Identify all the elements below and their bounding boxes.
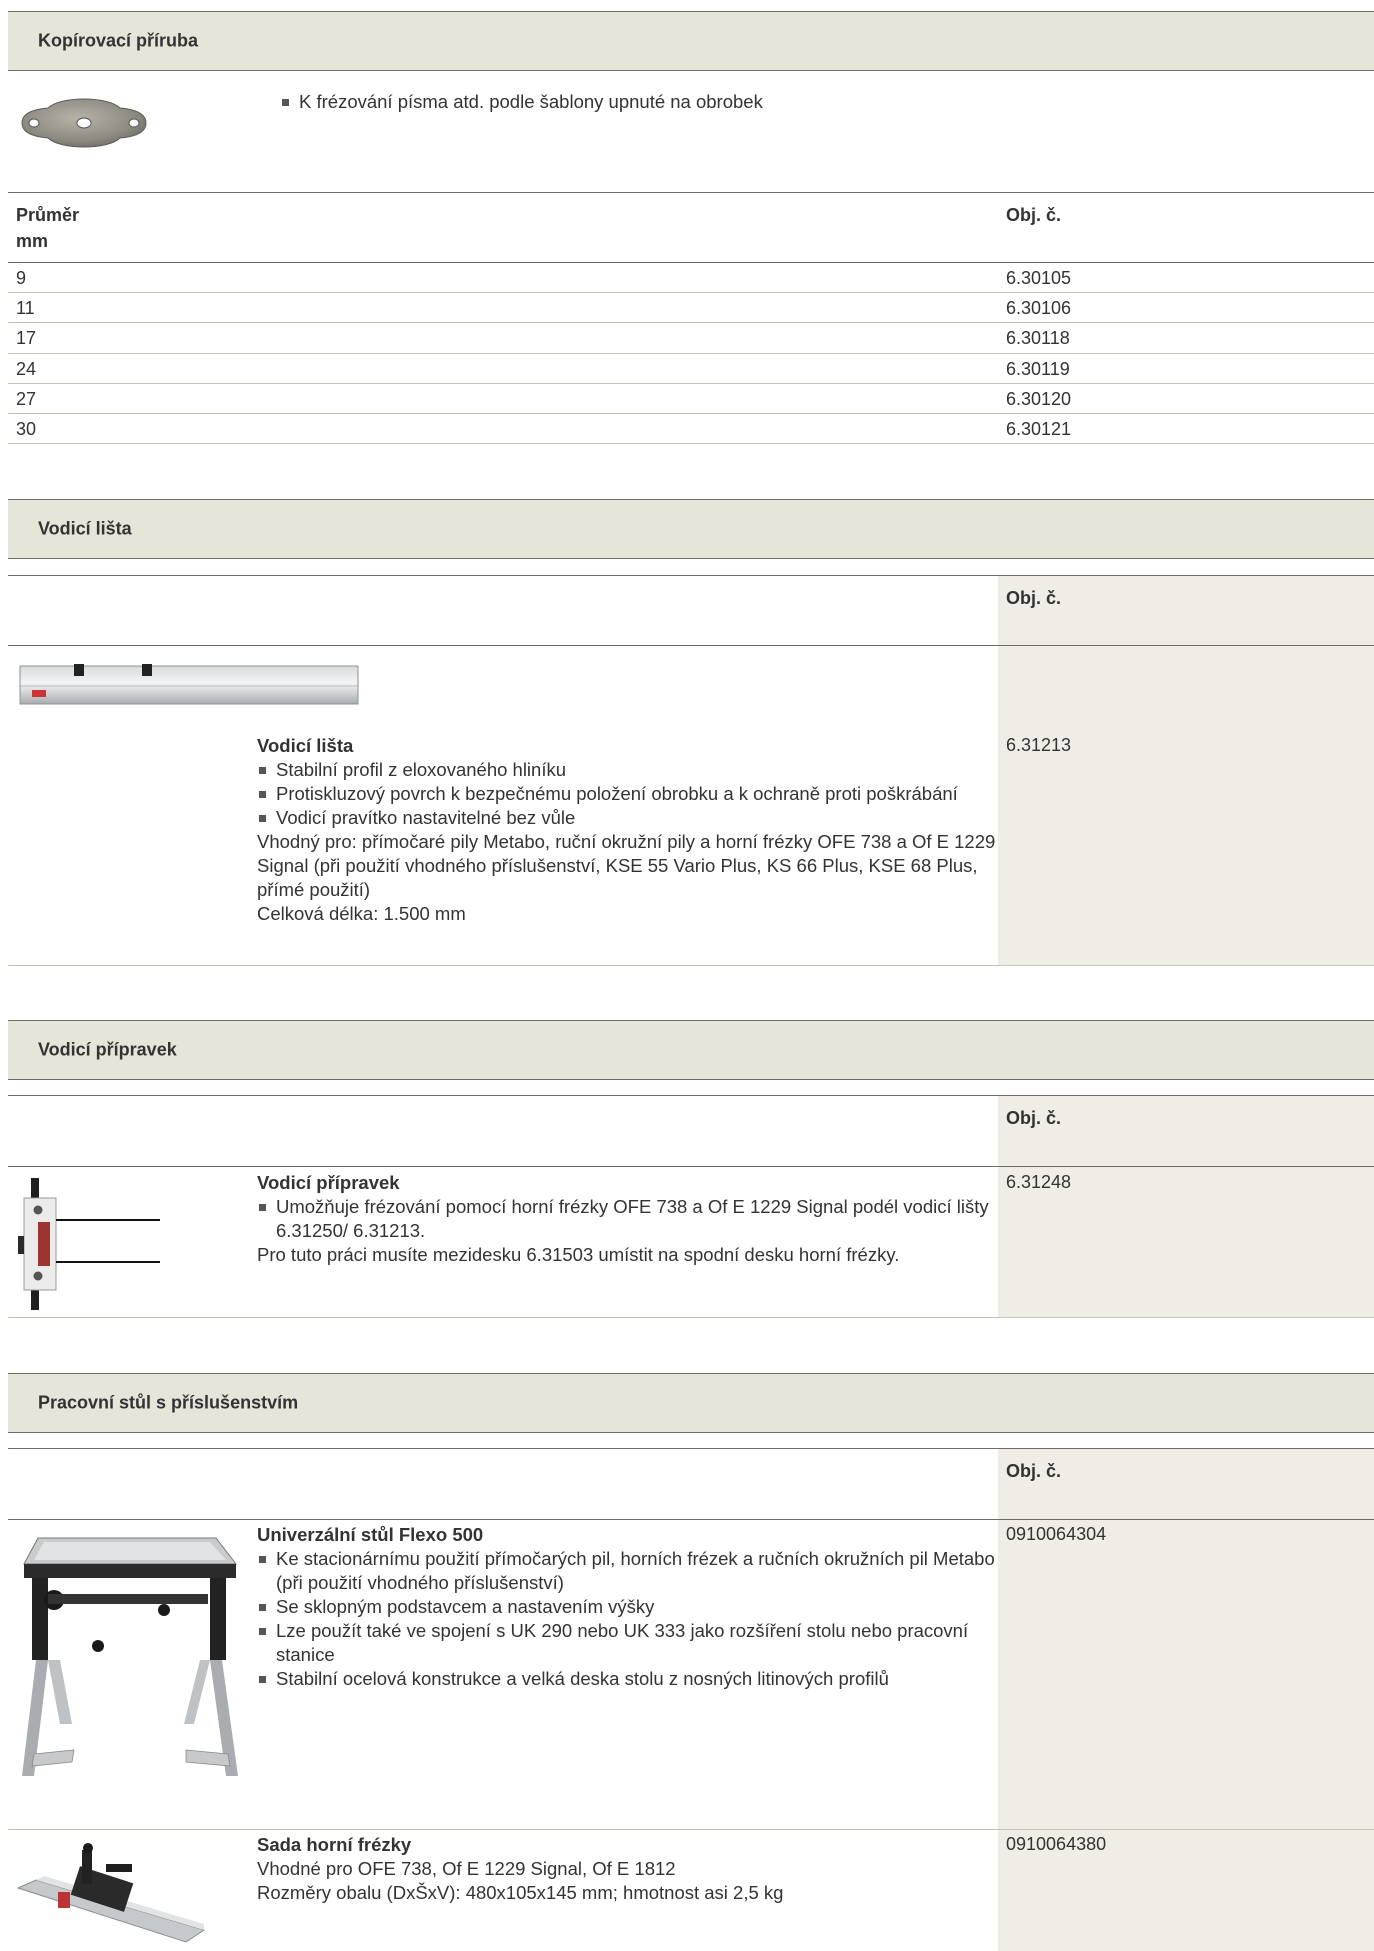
table-row-diameter: 27 — [16, 389, 37, 409]
list-item: Stabilní ocelová konstrukce a velká desk… — [257, 1667, 997, 1691]
product-name: Sada horní frézky — [257, 1834, 412, 1855]
divider — [8, 1317, 1374, 1318]
section-header-work-table: Pracovní stůl s příslušenstvím — [8, 1373, 1374, 1433]
order-column — [998, 1096, 1374, 1317]
table-row-order: 6.30106 — [1006, 298, 1072, 318]
divider — [8, 322, 1374, 323]
divider — [8, 1519, 1374, 1520]
table-row-order: 6.30105 — [1006, 268, 1072, 288]
divider — [8, 645, 1374, 646]
table-row-diameter: 11 — [16, 298, 35, 318]
table-row-diameter: 30 — [16, 419, 37, 439]
list-item: Protiskluzový povrch k bezpečnému polože… — [257, 782, 997, 806]
flexo-table-description: Univerzální stůl Flexo 500 Ke stacionárn… — [257, 1523, 997, 1691]
divider — [8, 192, 1374, 193]
section-title: Vodicí přípravek — [38, 1039, 177, 1060]
copy-flange-image — [21, 98, 147, 148]
table-row-order: 6.30120 — [1006, 389, 1072, 409]
product-name: Vodicí lišta — [257, 735, 354, 756]
list-item: Umožňuje frézování pomocí horní frézky O… — [257, 1195, 997, 1243]
column-header-order: Obj. č. — [1006, 588, 1062, 608]
section-title: Vodicí lišta — [38, 518, 132, 539]
package-dimensions-text: Rozměry obalu (DxŠxV): 480x105x145 mm; h… — [257, 1882, 784, 1903]
column-header-diameter: Průměr mm — [16, 204, 79, 252]
section-header-guide-rail: Vodicí lišta — [8, 499, 1374, 559]
guide-jig-description: Vodicí přípravek Umožňuje frézování pomo… — [257, 1171, 997, 1267]
table-row-order: 6.30118 — [1006, 328, 1070, 348]
list-item: Se sklopným podstavcem a nastavením výšk… — [257, 1595, 997, 1619]
divider — [8, 413, 1374, 414]
list-item: Lze použít také ve spojení s UK 290 nebo… — [257, 1619, 997, 1667]
column-header-diameter-line1: Průměr — [16, 205, 80, 225]
column-header-order: Obj. č. — [1006, 205, 1062, 225]
section-title: Pracovní stůl s příslušenstvím — [38, 1392, 299, 1413]
copy-flange-description: K frézování písma atd. podle šablony upn… — [280, 90, 1020, 114]
note-text: Pro tuto práci musíte mezidesku 6.31503 … — [257, 1244, 900, 1265]
router-set-description: Sada horní frézky Vhodné pro OFE 738, Of… — [257, 1833, 997, 1905]
order-number: 6.31213 — [1006, 735, 1072, 755]
column-header-order: Obj. č. — [1006, 1108, 1062, 1128]
divider — [8, 1166, 1374, 1167]
guide-rail-image — [19, 664, 359, 705]
divider — [8, 383, 1374, 384]
section-title: Kopírovací příruba — [38, 30, 199, 51]
table-row-diameter: 9 — [16, 268, 27, 288]
list-item: Stabilní profil z eloxovaného hliníku — [257, 758, 997, 782]
suitable-for-text: Vhodný pro: přímočaré pily Metabo, ruční… — [257, 831, 996, 900]
total-length-text: Celková délka: 1.500 mm — [257, 903, 466, 924]
flexo-table-image — [22, 1537, 238, 1776]
order-column — [998, 576, 1374, 965]
section-header-copy-flange: Kopírovací příruba — [8, 11, 1374, 71]
copy-flange-bullet: K frézování písma atd. podle šablony upn… — [280, 90, 1020, 114]
divider — [8, 1829, 1374, 1830]
router-set-image — [16, 1843, 206, 1943]
column-header-diameter-line2: mm — [16, 231, 49, 251]
divider — [8, 965, 1374, 966]
product-name: Univerzální stůl Flexo 500 — [257, 1524, 484, 1545]
table-row-order: 6.30119 — [1006, 359, 1070, 379]
list-item: Ke stacionárnímu použití přímočarých pil… — [257, 1547, 997, 1595]
suitable-for-text: Vhodné pro OFE 738, Of E 1229 Signal, Of… — [257, 1858, 676, 1879]
order-number: 0910064380 — [1006, 1834, 1107, 1854]
guide-rail-description: Vodicí lišta Stabilní profil z eloxované… — [257, 734, 997, 926]
list-item: Vodicí pravítko nastavitelné bez vůle — [257, 806, 997, 830]
divider — [8, 292, 1374, 293]
divider — [8, 443, 1374, 444]
table-row-order: 6.30121 — [1006, 419, 1072, 439]
order-number: 0910064304 — [1006, 1524, 1107, 1544]
divider — [8, 353, 1374, 354]
section-header-guide-jig: Vodicí přípravek — [8, 1020, 1374, 1080]
column-header-order: Obj. č. — [1006, 1461, 1062, 1481]
divider — [8, 262, 1374, 263]
table-row-diameter: 24 — [16, 359, 37, 379]
product-name: Vodicí přípravek — [257, 1172, 400, 1193]
table-row-diameter: 17 — [16, 328, 37, 348]
guide-jig-image — [18, 1178, 160, 1310]
order-number: 6.31248 — [1006, 1172, 1072, 1192]
